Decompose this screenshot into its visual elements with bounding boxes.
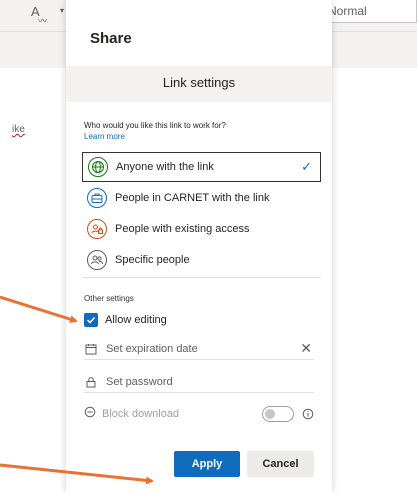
option-label: People with existing access bbox=[115, 223, 250, 235]
option-people-existing-access[interactable]: People with existing access bbox=[82, 214, 321, 244]
globe-icon bbox=[88, 157, 108, 177]
allow-editing-checkbox[interactable] bbox=[84, 313, 98, 327]
checkmark-icon: ✓ bbox=[301, 159, 312, 174]
learn-more-link[interactable]: Learn more bbox=[84, 132, 125, 141]
info-icon[interactable] bbox=[302, 407, 314, 425]
toggle-knob bbox=[265, 409, 275, 419]
password-row bbox=[84, 371, 314, 393]
block-download-row: Block download bbox=[84, 404, 316, 424]
allow-editing-label: Allow editing bbox=[105, 314, 167, 326]
option-anyone-with-link[interactable]: Anyone with the link ✓ bbox=[82, 152, 321, 182]
apply-button[interactable]: Apply bbox=[174, 451, 240, 477]
option-people-in-carnet[interactable]: People in CARNET with the link bbox=[82, 183, 321, 213]
clear-date-icon[interactable]: ✕ bbox=[300, 340, 312, 357]
block-icon bbox=[84, 405, 96, 423]
password-field[interactable] bbox=[106, 375, 286, 388]
option-label: People in CARNET with the link bbox=[115, 192, 270, 204]
squiggle-icon: 〰 bbox=[38, 16, 48, 26]
block-download-label: Block download bbox=[102, 408, 180, 420]
briefcase-icon bbox=[87, 188, 107, 208]
share-title: Share bbox=[90, 30, 132, 47]
share-dialog: Share Link settings Who would you like t… bbox=[66, 0, 332, 493]
audience-question: Who would you like this link to work for… bbox=[84, 121, 226, 130]
block-download-toggle[interactable] bbox=[262, 406, 294, 422]
option-specific-people[interactable]: Specific people bbox=[82, 245, 321, 275]
option-label: Anyone with the link bbox=[116, 161, 214, 173]
style-normal-box[interactable]: Normal bbox=[318, 0, 417, 23]
document-text: ike bbox=[12, 124, 25, 135]
cancel-button[interactable]: Cancel bbox=[247, 451, 314, 477]
link-settings-header: Link settings bbox=[66, 66, 332, 102]
expiration-date-field[interactable] bbox=[106, 342, 286, 355]
option-label: Specific people bbox=[115, 254, 190, 266]
other-settings-header: Other settings bbox=[84, 294, 134, 303]
expiration-date-row: ✕ bbox=[84, 338, 314, 360]
people-lock-icon bbox=[87, 219, 107, 239]
calendar-icon bbox=[84, 343, 98, 355]
lock-icon bbox=[84, 376, 98, 388]
allow-editing-row[interactable]: Allow editing bbox=[84, 313, 167, 327]
font-color-dropdown-icon[interactable]: ▾ bbox=[60, 6, 64, 15]
people-icon bbox=[87, 250, 107, 270]
section-divider bbox=[82, 277, 321, 278]
